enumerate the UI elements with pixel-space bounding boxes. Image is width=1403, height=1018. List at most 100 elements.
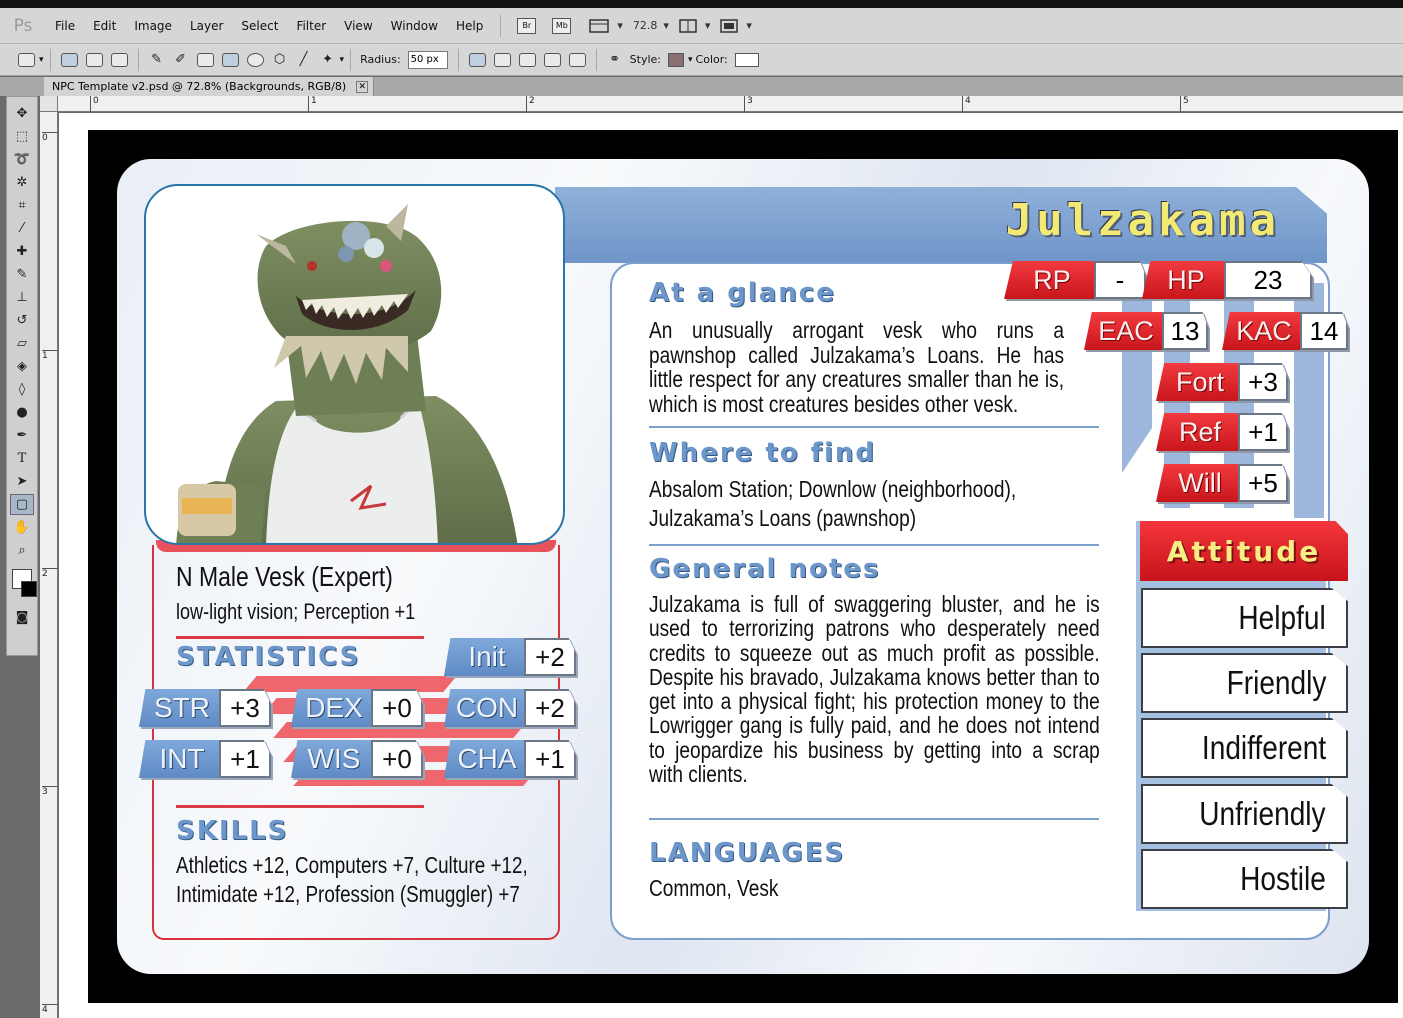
menu-view[interactable]: View [335,19,381,33]
menu-select[interactable]: Select [232,19,287,33]
stat-label: INT [139,740,219,778]
attitude-title: Attitude [1140,521,1348,581]
kac-stat: KAC 14 [1222,312,1348,350]
attitude-hostile[interactable]: Hostile [1141,849,1348,909]
shape-layers-mode-button[interactable] [60,52,78,67]
menu-layer[interactable]: Layer [181,19,232,33]
pen-tool-icon[interactable]: ✒ [10,425,34,446]
custom-shape-icon[interactable]: ✦ [316,49,340,70]
screen-mode-button[interactable]: ▾ [720,18,752,34]
chevron-down-icon: ▾ [339,54,345,65]
exclude-shape-button[interactable] [568,52,586,67]
rectangle-shape-button[interactable] [196,52,214,67]
brush-tool-icon[interactable]: ✎ [10,264,34,285]
where-line-2: Julzakama’s Loans (pawnshop) [649,505,917,531]
path-selection-icon[interactable]: ➤ [10,471,34,492]
document-tab-title: NPC Template v2.psd @ 72.8% (Backgrounds… [52,80,347,93]
hand-tool-icon[interactable]: ✋ [10,517,34,538]
clone-stamp-icon[interactable]: ⊥ [10,287,34,308]
ellipse-shape-button[interactable] [246,52,264,67]
tools-panel: ✥ ⬚ ➰ ✲ ⌗ ⁄ ✚ ✎ ⊥ ↺ ▱ ◈ ◊ ● ✒ T ➤ ▢ ✋ ⌕ … [6,96,38,656]
skills-line-2: Intimidate +12, Profession (Smuggler) +7 [176,881,520,907]
app-logo: Ps [13,15,33,36]
arrange-icon [679,18,697,33]
eyedropper-icon[interactable]: ⁄ [10,218,34,239]
attitude-indifferent[interactable]: Indifferent [1141,718,1348,778]
radius-input[interactable] [407,50,448,69]
horizontal-ruler[interactable]: 0 1 2 3 4 5 [58,96,1403,112]
style-picker[interactable] [668,52,684,67]
add-to-shape-button[interactable] [493,52,511,67]
zoom-tool-icon[interactable]: ⌕ [10,540,34,561]
ability-int: INT +1 [139,740,271,778]
bridge-button[interactable]: Br [517,17,537,34]
ref-stat: Ref +1 [1156,413,1288,451]
menu-edit[interactable]: Edit [84,19,125,33]
type-tool-icon[interactable]: T [10,448,34,469]
link-icon[interactable]: ⚭ [603,49,627,70]
dodge-tool-icon[interactable]: ● [10,402,34,423]
skills-list: Athletics +12, Computers +7, Culture +12… [176,851,537,909]
arrange-documents-button[interactable]: ▾ [679,18,710,34]
tool-preset-picker[interactable] [18,52,35,67]
fill-pixels-mode-button[interactable] [110,52,128,67]
move-tool-icon[interactable]: ✥ [10,103,34,124]
grid-view-icon [589,18,610,33]
vertical-ruler[interactable]: 0 1 2 3 4 [40,112,58,1018]
stat-label: Will [1156,464,1238,502]
stat-label: Fort [1156,363,1238,401]
stat-value: - [1094,261,1146,299]
menu-image[interactable]: Image [125,19,181,33]
rounded-rectangle-shape-button[interactable] [221,52,239,67]
npc-portrait [144,184,565,545]
paths-mode-button[interactable] [85,52,103,67]
view-extras-button[interactable]: ▾ [589,18,623,34]
menu-help[interactable]: Help [447,19,492,33]
polygon-shape-icon[interactable]: ⬡ [268,49,292,70]
attitude-label: Hostile [1240,860,1326,897]
skills-rule [176,805,424,808]
blur-tool-icon[interactable]: ◊ [10,379,34,400]
attitude-friendly[interactable]: Friendly [1141,653,1348,713]
color-label: Color: [695,53,728,66]
ability-dex: DEX +0 [291,689,423,727]
healing-brush-icon[interactable]: ✚ [10,241,34,262]
menu-window[interactable]: Window [382,19,447,33]
stat-value: +1 [524,740,576,778]
color-swatch[interactable] [734,52,759,67]
style-label: Style: [629,53,661,66]
quick-mask-icon[interactable]: ◙ [10,607,34,628]
radius-label: Radius: [360,53,401,66]
close-icon[interactable]: ✕ [356,80,369,93]
chevron-down-icon: ▾ [688,54,693,65]
paint-bucket-icon[interactable]: ◈ [10,356,34,377]
history-brush-icon[interactable]: ↺ [10,310,34,331]
lasso-tool-icon[interactable]: ➰ [10,149,34,170]
new-shape-layer-button[interactable] [468,52,486,67]
rounded-rectangle-tool-icon[interactable]: ▢ [10,494,34,515]
magic-wand-icon[interactable]: ✲ [10,172,34,193]
intersect-shape-button[interactable] [543,52,561,67]
attitude-helpful[interactable]: Helpful [1141,588,1348,648]
ruler-origin[interactable] [40,96,58,112]
crop-tool-icon[interactable]: ⌗ [10,195,34,216]
eraser-icon[interactable]: ▱ [10,333,34,354]
attitude-unfriendly[interactable]: Unfriendly [1141,784,1348,844]
stat-value: +1 [1238,413,1288,451]
ruler-tick-label: 1 [42,350,58,361]
freeform-pen-icon[interactable]: ✐ [169,49,193,70]
menu-file[interactable]: File [46,19,84,33]
options-separator [49,48,51,71]
menu-filter[interactable]: Filter [287,19,335,33]
background-color-swatch[interactable] [21,581,37,597]
ability-cha: CHA +1 [444,740,576,778]
stat-label: RP [1004,261,1094,299]
marquee-tool-icon[interactable]: ⬚ [10,126,34,147]
pen-tool-icon[interactable]: ✎ [145,49,169,70]
mini-bridge-button[interactable]: Mb [552,17,572,34]
zoom-level-select[interactable]: 72.8 ▾ [633,19,669,32]
line-shape-icon[interactable]: ╱ [292,49,316,70]
subtract-shape-button[interactable] [518,52,536,67]
chevron-down-icon: ▾ [39,54,44,65]
document-tab[interactable]: NPC Template v2.psd @ 72.8% (Backgrounds… [44,77,374,96]
